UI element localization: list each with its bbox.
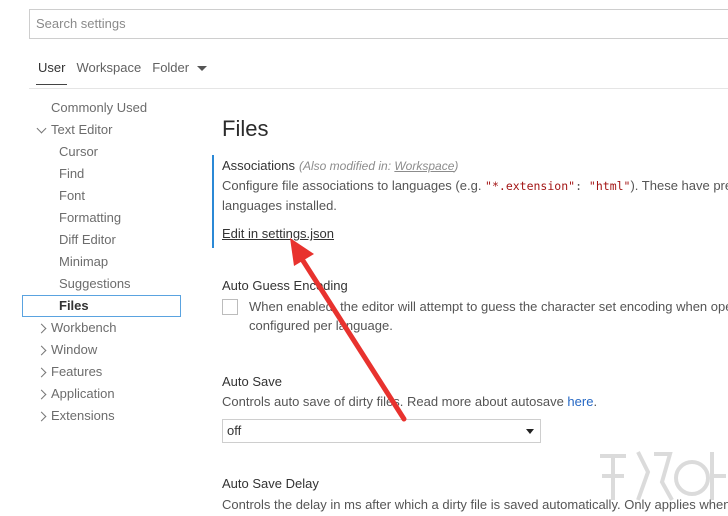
chevron-right-icon <box>36 389 47 400</box>
toc-label: Font <box>59 188 86 203</box>
desc-text: When enabled, the editor will attempt to… <box>249 299 728 314</box>
toc-label: Commonly Used <box>51 100 148 115</box>
auto-guess-encoding-checkbox[interactable] <box>222 299 238 315</box>
chevron-right-icon <box>36 323 47 334</box>
chevron-down-icon[interactable] <box>197 65 208 71</box>
toc-label: Application <box>51 386 115 401</box>
toc-item-application[interactable]: Application <box>22 383 182 405</box>
tab-user[interactable]: User <box>35 60 68 85</box>
desc-text: configured per language. <box>249 318 393 333</box>
edit-in-settings-json-link[interactable]: Edit in settings.json <box>222 226 334 241</box>
modified-prefix: (Also modified in: <box>298 159 395 173</box>
code-sep: : <box>575 179 589 193</box>
toc-label: Features <box>51 364 103 379</box>
toc-item-extensions[interactable]: Extensions <box>22 405 182 427</box>
tab-workspace[interactable]: Workspace <box>76 60 141 75</box>
setting-auto-save: Auto Save Controls auto save of dirty fi… <box>212 372 728 448</box>
toc-item-find[interactable]: Find <box>22 163 182 185</box>
setting-title: Auto Guess Encoding <box>222 278 348 293</box>
chevron-right-icon <box>36 411 47 422</box>
setting-description: Configure file associations to languages… <box>222 176 728 215</box>
tab-folder-label: Folder <box>152 59 190 75</box>
desc-text: Configure file associations to languages… <box>222 178 486 193</box>
tab-folder[interactable]: Folder <box>152 59 208 75</box>
auto-save-select[interactable]: off <box>222 419 541 443</box>
toc-label: Suggestions <box>59 276 131 291</box>
toc-label: Files <box>59 298 89 313</box>
dropdown-caret-icon <box>526 429 534 434</box>
search-input[interactable]: Search settings <box>29 9 728 39</box>
toc-item-files[interactable]: Files <box>22 295 181 317</box>
toc-item-text-editor[interactable]: Text Editor <box>22 119 182 141</box>
toc-item-cursor[interactable]: Cursor <box>22 141 182 163</box>
toc-label: Extensions <box>51 408 115 423</box>
toc-item-diff-editor[interactable]: Diff Editor <box>22 229 182 251</box>
setting-description: When enabled, the editor will attempt to… <box>249 297 728 335</box>
settings-toc: Commonly Used Text Editor Cursor Find Fo… <box>22 97 182 427</box>
tabs-divider <box>29 88 728 89</box>
watermark-logo <box>600 451 726 501</box>
desc-text: . <box>593 394 598 409</box>
desc-text: ). These have pre <box>630 178 728 193</box>
desc-text: languages installed. <box>222 198 337 213</box>
toc-label: Workbench <box>51 320 117 335</box>
chevron-right-icon <box>36 345 47 356</box>
setting-title: Auto Save Delay <box>222 476 319 491</box>
toc-label: Cursor <box>59 144 99 159</box>
code-value: "html" <box>588 179 631 193</box>
toc-item-minimap[interactable]: Minimap <box>22 251 182 273</box>
setting-title-text: Associations <box>222 158 295 173</box>
setting-title: Auto Save <box>222 374 282 389</box>
focus-indicator <box>212 155 214 248</box>
toc-label: Minimap <box>59 254 109 269</box>
toc-label: Diff Editor <box>59 232 116 247</box>
chevron-down-icon <box>36 123 47 134</box>
modified-suffix: ) <box>454 159 459 173</box>
setting-description: Controls auto save of dirty files. Read … <box>222 392 597 411</box>
select-value: off <box>227 423 242 438</box>
modified-indicator: (Also modified in: Workspace) <box>299 159 458 173</box>
code-sample: "*.extension": "html" <box>485 179 630 193</box>
setting-auto-guess-encoding: Auto Guess Encoding When enabled, the ed… <box>212 276 728 336</box>
code-key: "*.extension" <box>485 179 576 193</box>
desc-text: Controls auto save of dirty files. Read … <box>222 394 568 409</box>
toc-label: Window <box>51 342 98 357</box>
toc-item-features[interactable]: Features <box>22 361 182 383</box>
page-title: Files <box>222 116 269 141</box>
toc-item-formatting[interactable]: Formatting <box>22 207 182 229</box>
scope-tabs: User Workspace Folder <box>35 57 218 85</box>
toc-item-font[interactable]: Font <box>22 185 182 207</box>
setting-title: Associations (Also modified in: Workspace… <box>222 158 458 173</box>
autosave-here-link[interactable]: here <box>567 394 593 409</box>
toc-item-suggestions[interactable]: Suggestions <box>22 273 182 295</box>
toc-item-window[interactable]: Window <box>22 339 182 361</box>
toc-item-commonly-used[interactable]: Commonly Used <box>22 97 182 119</box>
modified-scope-link[interactable]: Workspace <box>394 159 454 173</box>
chevron-right-icon <box>36 367 47 378</box>
toc-label: Find <box>59 166 85 181</box>
toc-item-workbench[interactable]: Workbench <box>22 317 182 339</box>
toc-label: Formatting <box>59 210 122 225</box>
setting-associations: Associations (Also modified in: Workspace… <box>212 155 728 253</box>
toc-label: Text Editor <box>51 122 113 137</box>
